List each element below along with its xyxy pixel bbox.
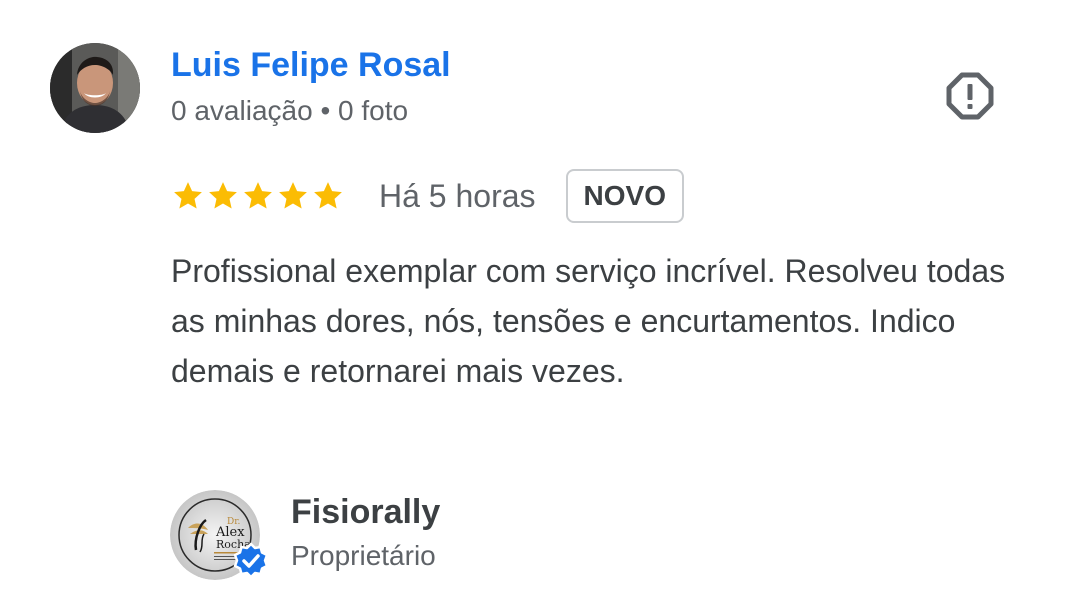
- rating-row: Há 5 horas NOVO: [171, 166, 684, 226]
- star-icon: [279, 182, 307, 209]
- owner-name: Fisiorally: [291, 493, 441, 531]
- stats-separator: •: [320, 95, 331, 126]
- review-time: Há 5 horas: [379, 177, 536, 214]
- reviewer-name[interactable]: Luis Felipe Rosal: [171, 46, 451, 85]
- reviewer-avatar[interactable]: [50, 43, 140, 133]
- star-icon: [314, 182, 342, 209]
- reviewer-stats: 0 avaliação • 0 foto: [171, 95, 408, 127]
- owner-role: Proprietário: [291, 540, 436, 571]
- report-review-button[interactable]: [942, 68, 998, 124]
- verified-check-icon: [233, 542, 269, 579]
- owner-avatar-wrap: Dr. Alex Rocha: [170, 490, 270, 582]
- person-photo-icon: [50, 43, 140, 133]
- star-icon: [244, 182, 272, 209]
- reviewer-reviews-count: 0 avaliação: [171, 95, 313, 126]
- report-octagon-icon: [946, 72, 994, 120]
- star-rating: [171, 179, 346, 213]
- reviewer-photos-count: 0 foto: [338, 95, 409, 126]
- new-badge: NOVO: [565, 169, 684, 223]
- star-icon: [174, 182, 202, 209]
- star-icon: [209, 182, 237, 209]
- review-text: Profissional exemplar com serviço incrív…: [171, 253, 1006, 389]
